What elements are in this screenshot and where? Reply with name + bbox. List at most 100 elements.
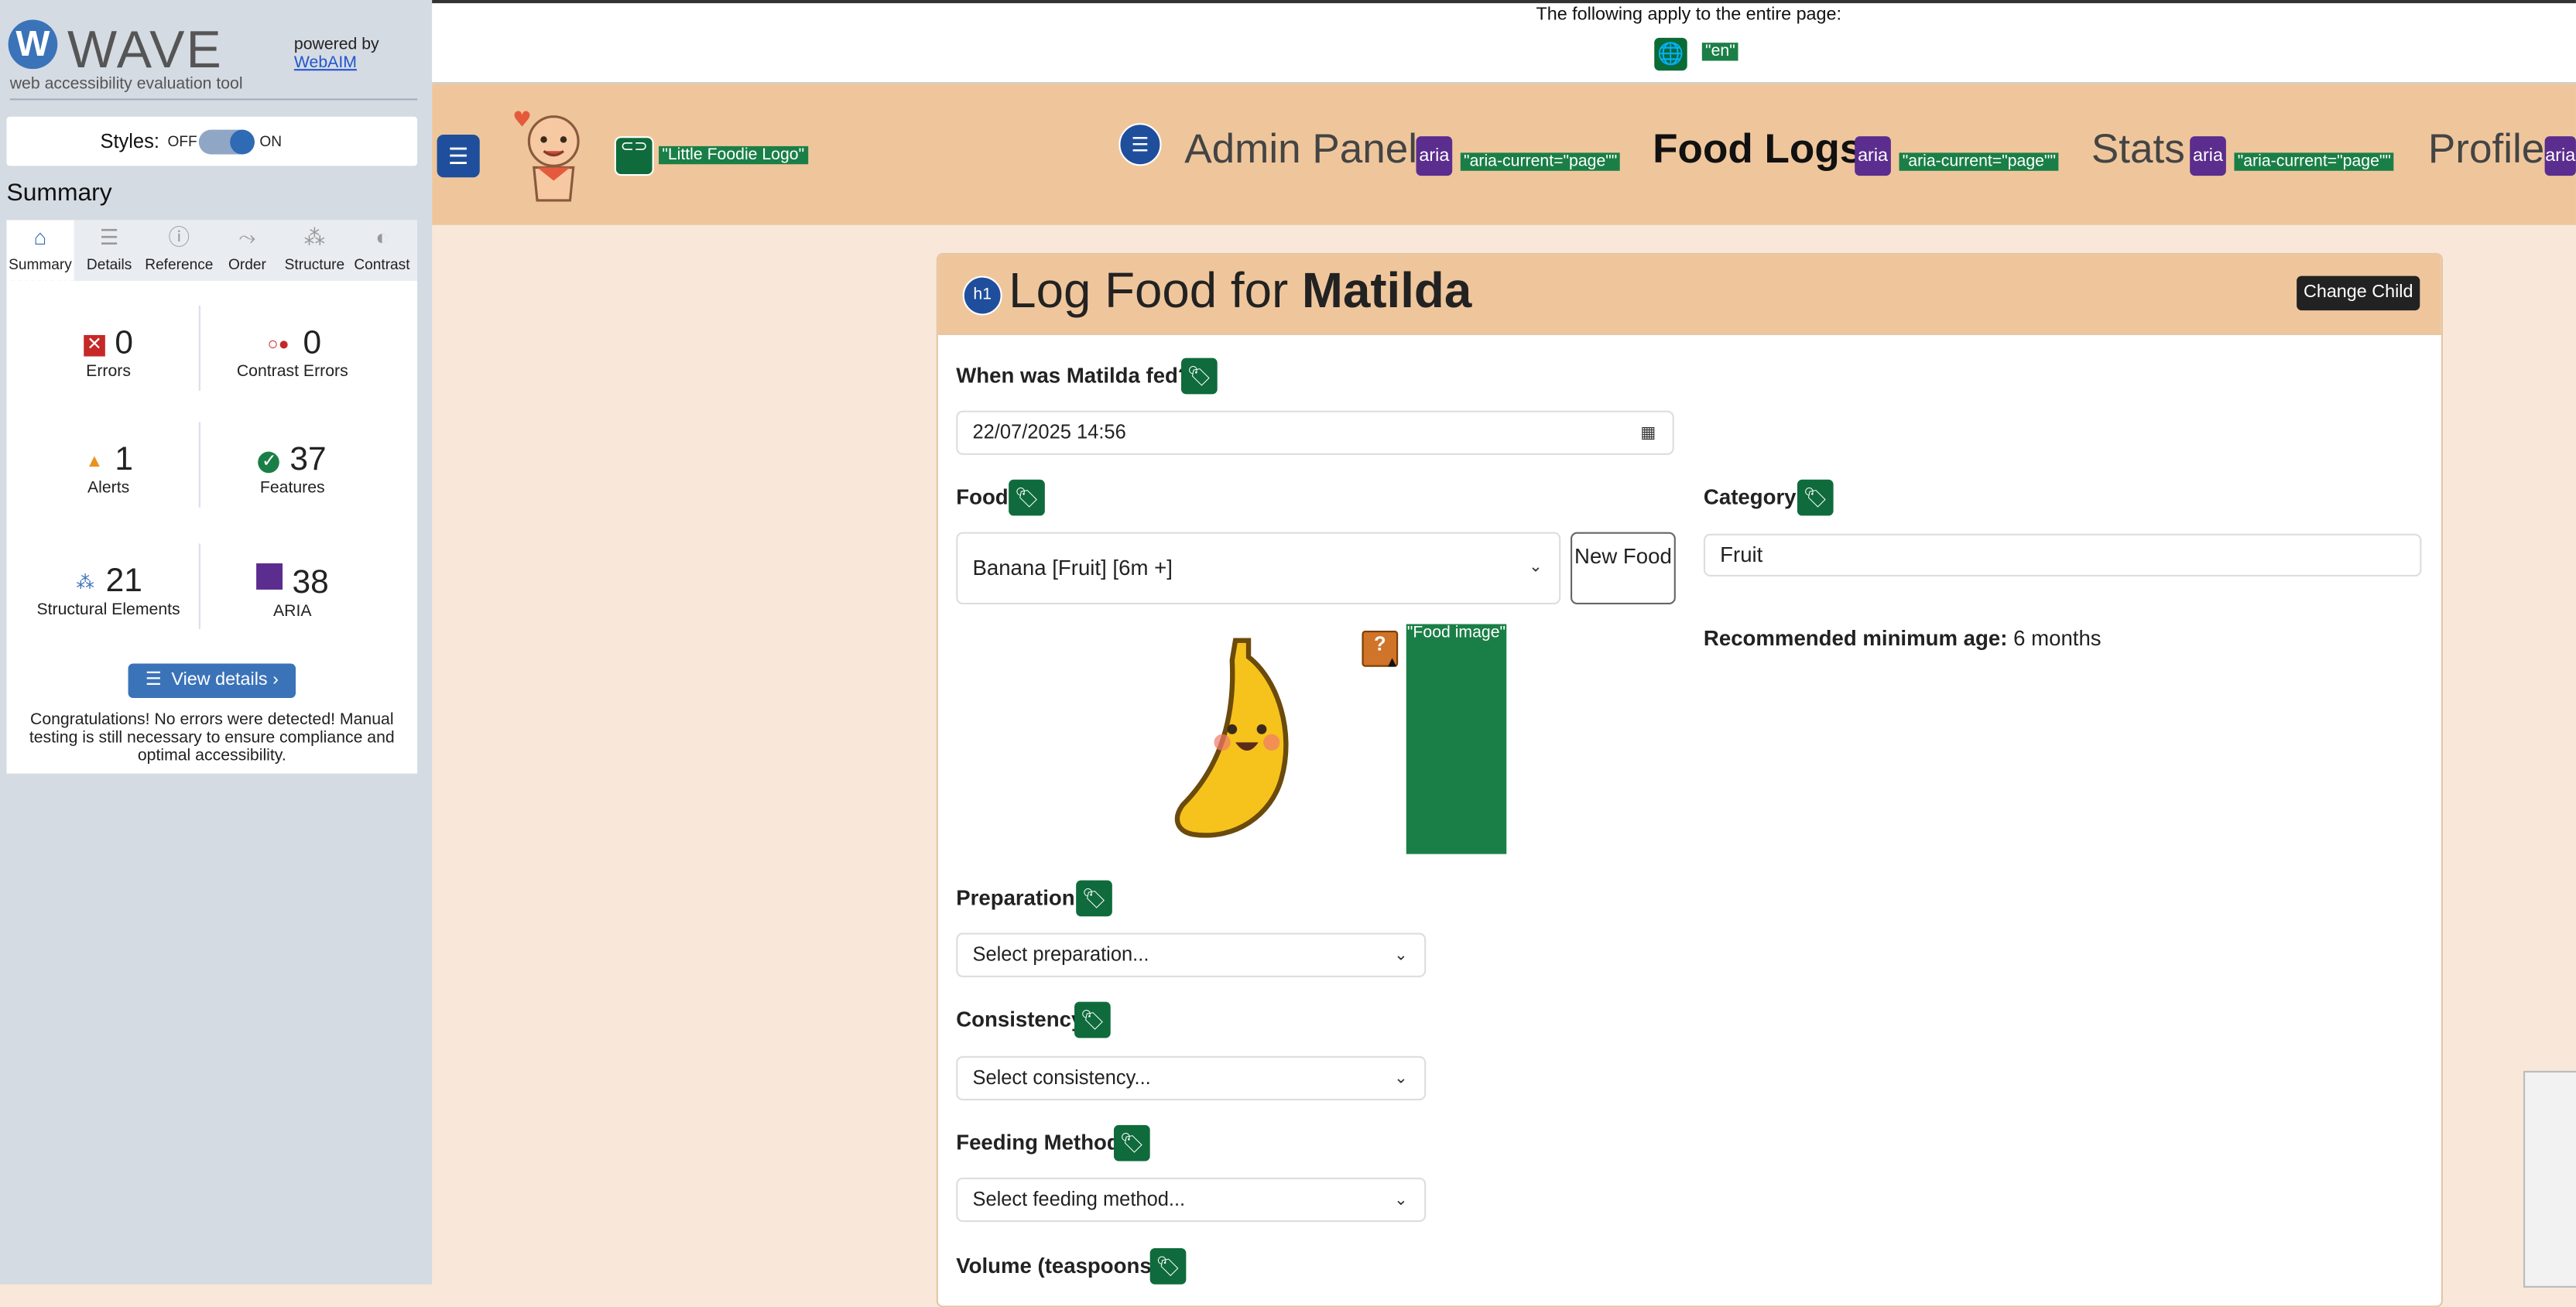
link-image-icon[interactable]: ⊂⊃	[614, 136, 654, 176]
feature-icon: ✓	[259, 451, 280, 474]
child-name: Matilda	[1301, 264, 1472, 319]
stat-contrast[interactable]: ○● 0 Contrast Errors	[190, 325, 394, 381]
chevron-down-icon: ⌄	[1394, 1190, 1408, 1209]
consistency-label: Consistency	[956, 1007, 1084, 1032]
page-notice-text: The following apply to the entire page:	[1536, 5, 1842, 25]
chevron-down-icon: ⌄	[1529, 558, 1543, 577]
nav-link-food-logs[interactable]: Food Logs	[1653, 126, 1862, 174]
aria-current-tag: "aria-current="page""	[1460, 152, 1621, 171]
stat-alerts[interactable]: ▲ 1 Alerts	[6, 442, 210, 498]
stat-structural[interactable]: ⁂ 21 Structural Elements	[6, 563, 210, 619]
info-icon: ⓘ	[168, 224, 190, 250]
summary-panel: ✕ 0 Errors ○● 0 Contrast Errors ▲ 1 Alerts …	[6, 280, 418, 774]
stat-errors[interactable]: ✕ 0 Errors	[6, 325, 210, 381]
structural-label: Structural Elements	[36, 600, 180, 620]
page-notice: The following apply to the entire page: …	[432, 3, 2576, 84]
tab-label: Reference	[145, 256, 214, 273]
label-tag-icon: 🏷	[1009, 479, 1045, 516]
nav-list-icon[interactable]: ☰	[1118, 123, 1162, 166]
new-food-button[interactable]: New Food	[1571, 532, 1676, 605]
food-select[interactable]: Banana [Fruit] [6m +] ⌄	[956, 532, 1561, 605]
tab-reference[interactable]: ⓘ Reference	[145, 220, 214, 281]
volume-label: Volume (teaspoons)	[956, 1253, 1159, 1278]
tab-order[interactable]: ⤳ Order	[214, 220, 281, 281]
features-count: 37	[289, 441, 327, 478]
label-tag-icon: 🏷	[1181, 358, 1218, 395]
globe-icon[interactable]: 🌐	[1654, 37, 1687, 71]
tab-label: Structure	[284, 256, 345, 273]
list-icon: ☰	[145, 669, 162, 690]
warning-icon: ▲	[1385, 653, 1400, 670]
card-header: h1 Log Food for Matilda Change Child	[937, 254, 2441, 335]
food-image-alt-tag: "Food image"	[1406, 624, 1507, 854]
nav-link-stats[interactable]: Stats	[2091, 126, 2185, 174]
features-label: Features	[259, 479, 325, 498]
tab-summary[interactable]: ⌂ Summary	[6, 220, 74, 285]
wave-subtitle: web accessibility evaluation tool	[9, 75, 243, 94]
label-tag-icon: 🏷	[1076, 880, 1112, 917]
when-datetime-input[interactable]: 22/07/2025 14:56 ▦	[956, 410, 1674, 455]
aria-icon: aria	[1855, 136, 1891, 176]
preparation-select[interactable]: Select preparation... ⌄	[956, 932, 1427, 977]
error-icon: ✕	[84, 334, 105, 357]
label-tag-icon: 🏷	[1113, 1124, 1150, 1162]
consistency-select[interactable]: Select consistency... ⌄	[956, 1056, 1427, 1101]
congrats-message: Congratulations! No errors were detected…	[29, 710, 395, 766]
stat-aria[interactable]: 38 ARIA	[190, 563, 394, 621]
tab-label: Details	[86, 256, 132, 273]
alerts-label: Alerts	[87, 479, 130, 498]
tab-details[interactable]: ☰ Details	[76, 220, 143, 281]
structural-count: 21	[105, 563, 142, 600]
logo-alt-tag: "Little Foodie Logo"	[659, 145, 808, 165]
view-details-button[interactable]: ☰ View details ›	[128, 663, 296, 699]
nav-link-profile[interactable]: Profile	[2428, 126, 2544, 174]
when-value: 22/07/2025 14:56	[972, 420, 1126, 444]
sidebar-divider	[9, 98, 418, 101]
stat-features[interactable]: ✓ 37 Features	[190, 442, 394, 498]
feeding-method-value: Select feeding method...	[972, 1187, 1186, 1211]
h1-icon: h1	[962, 275, 1002, 316]
order-icon: ⤳	[238, 224, 256, 250]
errors-label: Errors	[86, 363, 131, 381]
styles-on-label: ON	[259, 132, 282, 150]
min-age-label: Recommended minimum age:	[1703, 625, 2008, 651]
summary-heading: Summary	[6, 179, 112, 207]
navigation-icon[interactable]: ☰	[437, 135, 480, 178]
tab-structure[interactable]: ⁂ Structure	[281, 220, 348, 281]
title-prefix: Log Food for	[1009, 264, 1302, 319]
styles-off-label: OFF	[167, 132, 197, 150]
styles-toggle-box: Styles: OFF ON	[6, 116, 418, 166]
when-label: When was Matilda fed?	[956, 363, 1191, 388]
preparation-value: Select preparation...	[972, 943, 1149, 966]
contrast-count: 0	[303, 325, 322, 361]
svg-text:♥: ♥	[512, 106, 532, 132]
wave-tabs: ⌂ Summary ☰ Details ⓘ Reference ⤳ Order ⁂ Str…	[6, 220, 418, 285]
category-field[interactable]: Fruit	[1703, 533, 2422, 577]
wave-sidebar: W WAVE web accessibility evaluation tool…	[0, 0, 433, 1285]
wave-title: WAVE	[67, 19, 223, 79]
banana-image	[1174, 638, 1289, 838]
page-title: Log Food for Matilda	[1009, 265, 1471, 320]
label-tag-icon: 🏷	[1797, 479, 1834, 516]
structure-elements-icon: ⁂	[76, 573, 94, 594]
calendar-icon[interactable]: ▦	[1640, 412, 1656, 453]
min-age-text: Recommended minimum age: 6 months	[1704, 626, 2102, 651]
consistency-value: Select consistency...	[972, 1066, 1151, 1090]
page-thumbnail-preview[interactable]	[2523, 1070, 2576, 1288]
lang-tag: "en"	[1701, 43, 1738, 61]
aria-current-tag: "aria-current="page""	[2234, 152, 2395, 171]
contrast-icon: ◐	[375, 224, 389, 250]
home-icon: ⌂	[33, 224, 47, 250]
contrast-label: Contrast Errors	[236, 363, 348, 381]
alert-icon: ▲	[85, 451, 104, 472]
baby-logo-icon: ♥	[512, 106, 580, 202]
chevron-down-icon: ⌄	[1394, 946, 1408, 964]
contrast-error-icon: ○●	[267, 334, 289, 355]
webaim-link[interactable]: WebAIM	[294, 54, 357, 72]
styles-toggle[interactable]	[198, 129, 255, 155]
nav-link-admin-panel[interactable]: Admin Panel	[1184, 126, 1417, 174]
change-child-button[interactable]: Change Child	[2297, 275, 2420, 311]
tab-contrast[interactable]: ◐ Contrast	[348, 220, 416, 281]
feeding-method-select[interactable]: Select feeding method... ⌄	[956, 1177, 1427, 1223]
tab-label: Summary	[9, 256, 72, 273]
